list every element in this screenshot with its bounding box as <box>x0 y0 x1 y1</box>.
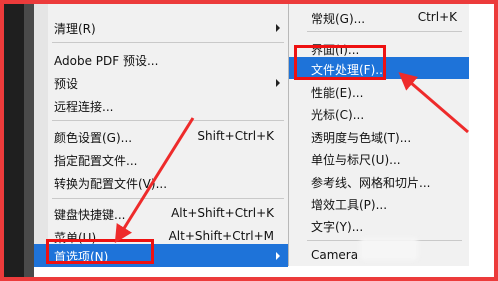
preferences-submenu: 常规(G)... Ctrl+K 界面(I)... 文件处理(F)... 性能(E… <box>288 4 469 266</box>
submenu-item-label: 参考线、网格和切片... <box>311 176 431 190</box>
submenu-item-units-rulers[interactable]: 单位与标尺(U)... <box>289 147 469 169</box>
menu-item-label: Adobe PDF 预设... <box>54 54 159 68</box>
menu-item-convert-to-profile[interactable]: 转换为配置文件(V)... <box>34 171 288 194</box>
menu-item-clear[interactable]: 清理(R) <box>34 16 288 39</box>
submenu-item-label: 光标(C)... <box>311 108 365 122</box>
submenu-item-label: 性能(E)... <box>311 86 364 100</box>
submenu-arrow-icon <box>276 24 280 32</box>
annotation-box-file-handling <box>294 45 386 80</box>
menu-item-adobe-pdf-presets[interactable]: Adobe PDF 预设... <box>34 48 288 71</box>
menu-separator <box>307 31 462 32</box>
submenu-item-general[interactable]: 常规(G)... Ctrl+K <box>289 6 469 28</box>
edit-menu: 清理(R) Adobe PDF 预设... 预设 远程连接... 颜色设置(G)… <box>34 4 289 267</box>
app-edge <box>24 4 34 277</box>
submenu-item-label: 常规(G)... <box>311 12 366 26</box>
menu-item-remote-connections[interactable]: 远程连接... <box>34 94 288 117</box>
menu-item-label: 远程连接... <box>54 100 114 114</box>
submenu-item-plugins[interactable]: 增效工具(P)... <box>289 192 469 214</box>
blurred-watermark <box>360 238 418 260</box>
submenu-arrow-icon <box>276 252 280 260</box>
menu-separator <box>52 42 284 43</box>
menu-separator <box>52 198 284 199</box>
submenu-item-label: 单位与标尺(U)... <box>311 153 401 167</box>
submenu-item-label: Camera <box>311 248 359 262</box>
menu-item-label: 清理(R) <box>54 22 96 36</box>
submenu-item-shortcut: Ctrl+K <box>417 10 457 24</box>
menu-item-label: 转换为配置文件(V)... <box>54 177 168 191</box>
submenu-item-type[interactable]: 文字(Y)... <box>289 214 469 236</box>
menu-item-label: 指定配置文件... <box>54 154 138 168</box>
submenu-item-label: 透明度与色域(T)... <box>311 131 412 145</box>
menu-item-label: 预设 <box>54 77 79 91</box>
menu-item-label: 键盘快捷键... <box>54 208 126 222</box>
submenu-arrow-icon <box>276 79 280 87</box>
annotation-box-preferences <box>46 239 154 264</box>
menu-item-shortcut: Alt+Shift+Ctrl+K <box>171 206 274 220</box>
submenu-item-transparency-gamut[interactable]: 透明度与色域(T)... <box>289 125 469 147</box>
menu-item-label: 颜色设置(G)... <box>54 131 133 145</box>
menu-item-keyboard-shortcuts[interactable]: 键盘快捷键... Alt+Shift+Ctrl+K <box>34 202 288 225</box>
menu-item-shortcut: Alt+Shift+Ctrl+M <box>168 229 274 243</box>
submenu-item-guides-grid-slices[interactable]: 参考线、网格和切片... <box>289 170 469 192</box>
submenu-item-cursors[interactable]: 光标(C)... <box>289 102 469 124</box>
menu-item-shortcut: Shift+Ctrl+K <box>197 129 274 143</box>
menu-separator <box>52 120 284 121</box>
submenu-item-label: 增效工具(P)... <box>311 198 388 212</box>
menu-item-presets[interactable]: 预设 <box>34 71 288 94</box>
menu-item-assign-profile[interactable]: 指定配置文件... <box>34 148 288 171</box>
submenu-item-performance[interactable]: 性能(E)... <box>289 80 469 102</box>
submenu-item-label: 文字(Y)... <box>311 220 364 234</box>
menu-item-color-settings[interactable]: 颜色设置(G)... Shift+Ctrl+K <box>34 125 288 148</box>
